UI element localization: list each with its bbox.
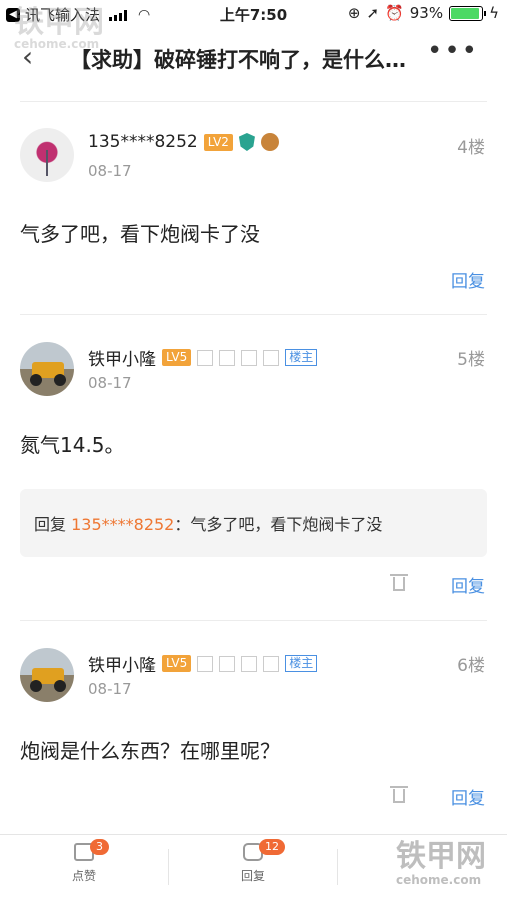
watermark-logo: 铁甲网 [396,839,486,874]
emoji-badge-icon [260,133,279,151]
empty-badge-icon [197,349,214,366]
back-chevron-icon[interactable]: ‹ [22,40,33,73]
reply-button[interactable]: 回复 [451,784,485,809]
username[interactable]: 135****8252 [88,132,198,152]
page-title: 【求助】破碎锤打不响了，是什么原因 [70,48,410,72]
username[interactable]: 铁甲小隆 [88,345,156,370]
post-date: 08-17 [88,162,132,180]
quote-text: ：气多了吧，看下炮阀卡了没 [174,515,383,534]
post-date: 08-17 [88,680,132,698]
more-options-icon[interactable]: ••• [427,36,479,66]
reply-count-badge: 12 [259,839,285,855]
reply-button[interactable]: 回复 [451,572,485,597]
reply-tab-label: 回复 [240,869,265,883]
post-content: 炮阀是什么东西？在哪里呢？ [20,739,280,763]
delete-icon[interactable] [390,572,408,592]
lock-rotation-icon: ⊕ [347,4,361,22]
empty-badge-icon [241,655,258,672]
floor-number: 5楼 [457,350,485,370]
floor-number: 6楼 [457,656,485,676]
battery-percent: 93% [409,4,444,22]
like-tab[interactable]: 3 点赞 [0,839,168,884]
empty-badge-icon [263,349,280,366]
reply-post-4: 135****8252 LV2 08-17 4楼 气多了吧，看下炮阀卡了没 回复 [0,101,507,315]
empty-badge-icon [241,349,258,366]
like-count-badge: 3 [90,839,109,855]
nav-bar: ‹ 【求助】破碎锤打不响了，是什么原因 ••• [0,28,507,86]
username[interactable]: 铁甲小隆 [88,651,156,676]
tab-separator [337,849,338,885]
owner-tag: 楼主 [285,655,318,672]
empty-badge-icon [197,655,214,672]
level-badge: LV5 [162,349,192,366]
post-content: 氮气14.5。 [20,433,125,457]
battery-icon [449,5,487,21]
watermark-domain: cehome.com [396,873,482,887]
delete-icon[interactable] [390,784,408,804]
empty-badge-icon [219,655,236,672]
level-badge: LV2 [203,133,233,151]
charging-icon: ϟ [489,4,499,22]
empty-badge-icon [263,655,280,672]
learning-shield-icon [238,133,255,151]
post-date: 08-17 [88,374,132,392]
level-badge: LV5 [162,655,192,672]
location-icon: ➚ [366,4,380,22]
reply-post-6: 铁甲小隆 LV5 楼主 08-17 6楼 炮阀是什么东西？在哪里呢？ 回复 [0,620,507,832]
reply-tab[interactable]: 12 回复 [169,839,337,884]
quote-user[interactable]: 135****8252 [71,515,174,534]
like-label: 点赞 [71,869,96,883]
reply-button[interactable]: 回复 [451,267,485,292]
quoted-reply: 回复 135****8252：气多了吧，看下炮阀卡了没 [20,489,487,557]
post-content: 气多了吧，看下炮阀卡了没 [20,222,260,246]
avatar[interactable] [20,128,74,182]
empty-badge-icon [219,349,236,366]
alarm-icon: ⏰ [385,4,404,22]
reply-post-5: 铁甲小隆 LV5 楼主 08-17 5楼 氮气14.5。 回复 135****8… [0,314,507,620]
owner-tag: 楼主 [285,349,318,366]
floor-number: 4楼 [457,138,485,158]
quote-prefix: 回复 [34,515,72,534]
avatar[interactable] [20,342,74,396]
avatar[interactable] [20,648,74,702]
